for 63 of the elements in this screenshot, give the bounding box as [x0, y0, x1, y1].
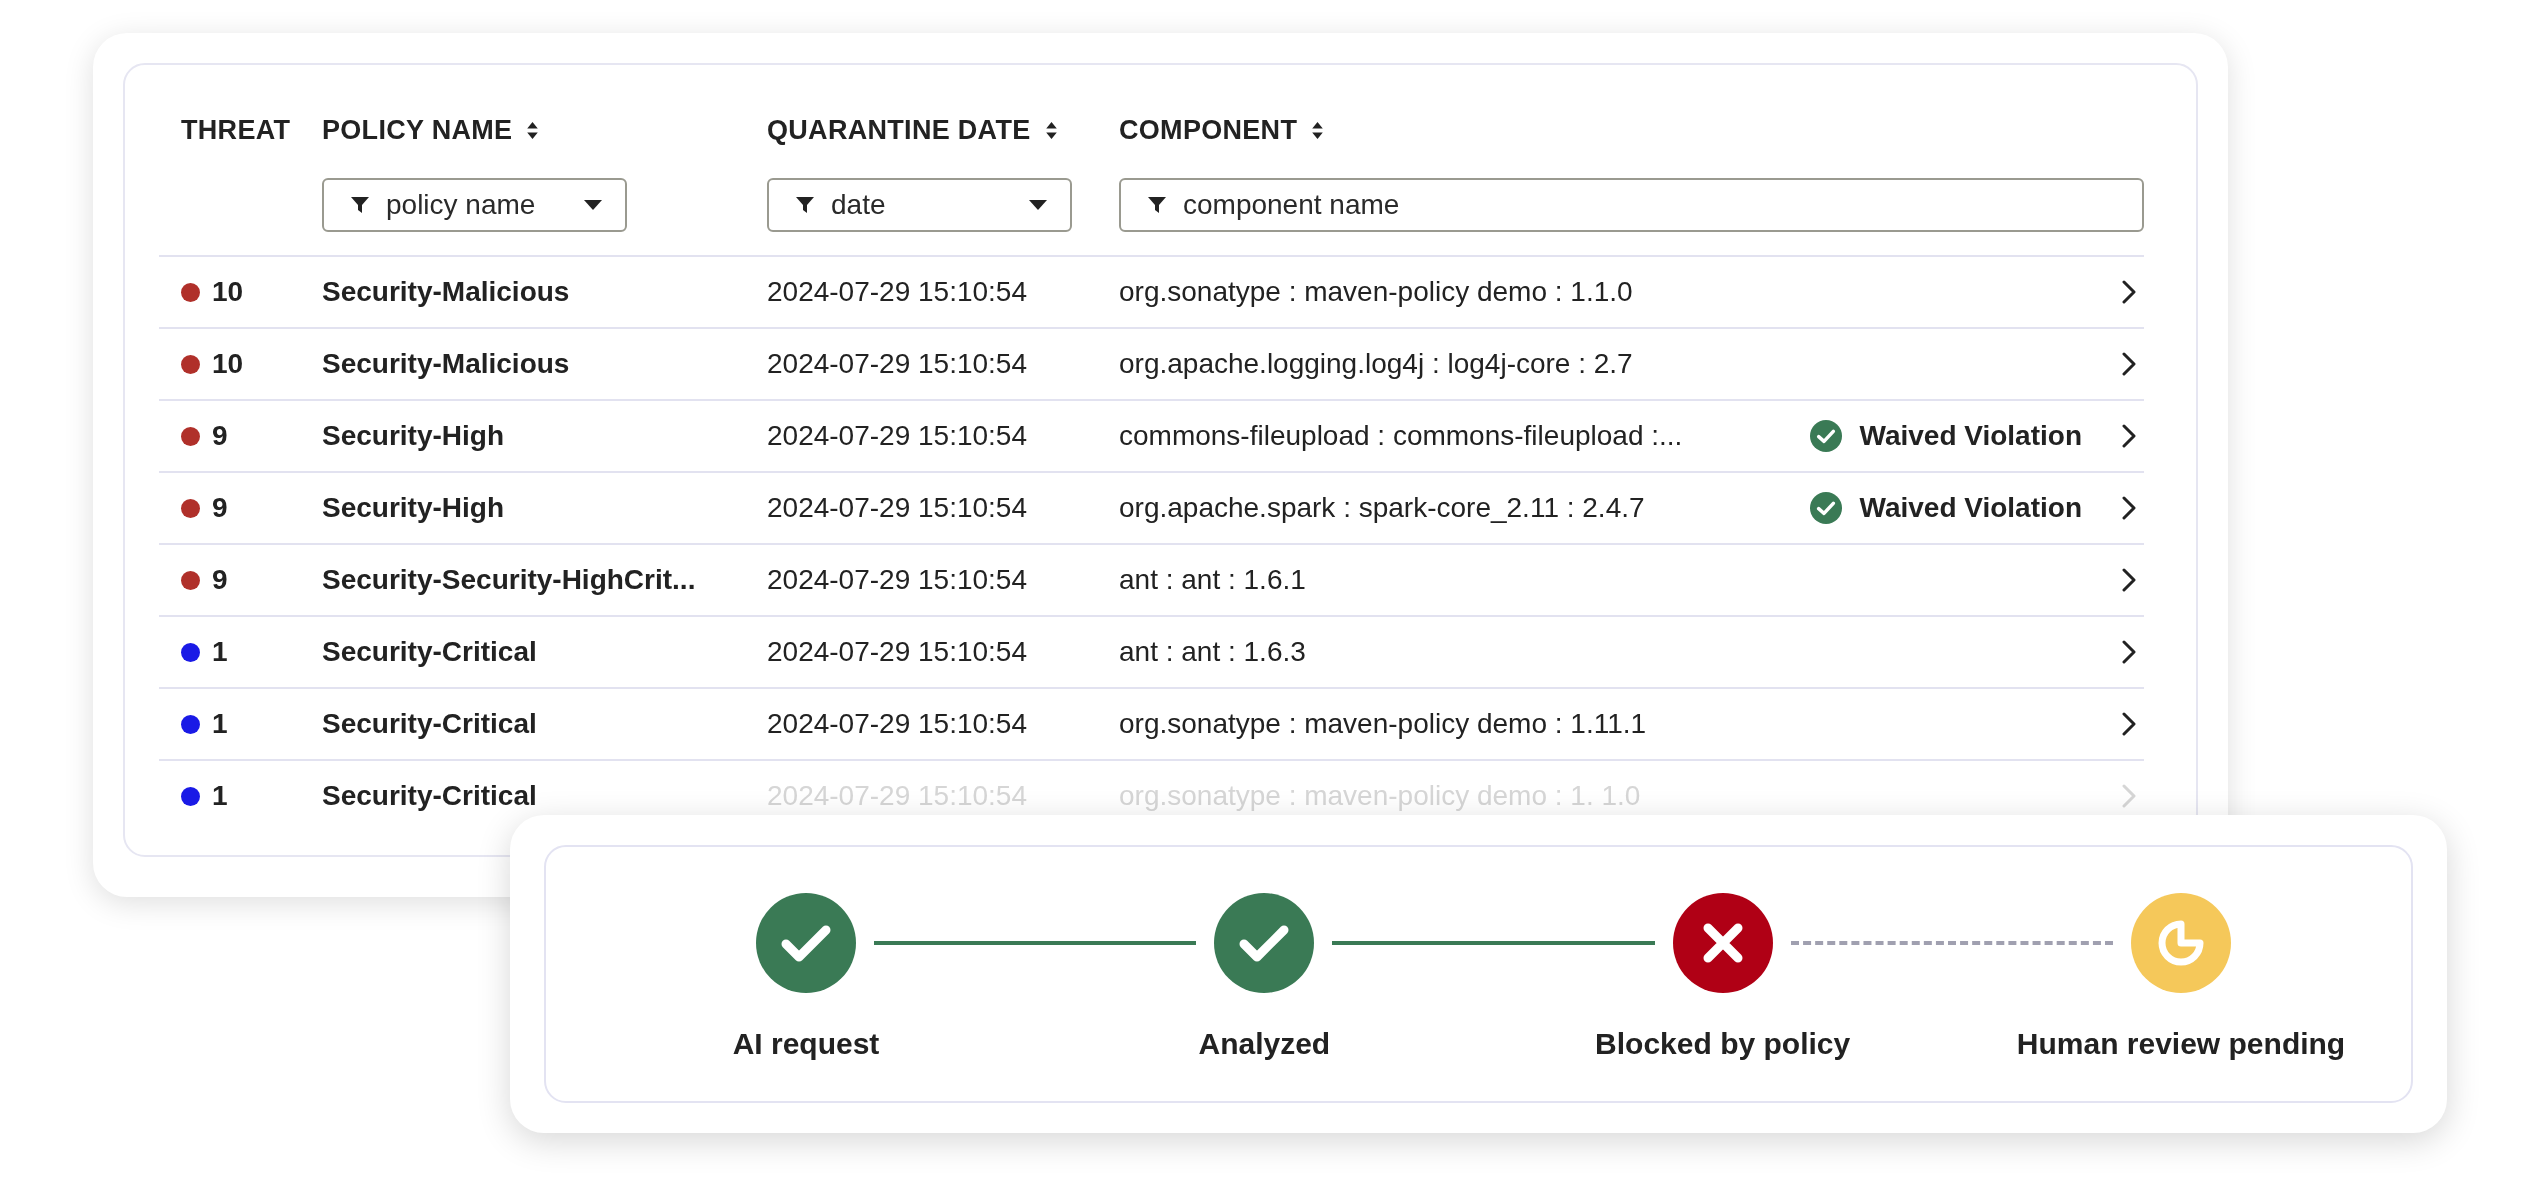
component-name: commons-fileupload : commons-fileupload :... — [1119, 420, 1683, 452]
threat-score: 9 — [212, 420, 228, 452]
sort-icon[interactable] — [526, 120, 540, 140]
waived-status: Waived Violation — [1859, 420, 2082, 452]
component-name: org.sonatype : maven-policy demo : 1.11.1 — [1119, 708, 1647, 740]
chevron-right-icon[interactable] — [2122, 568, 2136, 592]
component-name: org.sonatype : maven-policy demo : 1.1.0 — [1119, 276, 1633, 308]
step-label: AI request — [732, 1027, 880, 1061]
threat-score: 10 — [212, 276, 244, 308]
quarantine-date: 2024-07-29 15:10:54 — [767, 276, 1027, 307]
threat-score: 1 — [212, 708, 228, 740]
filter-input[interactable]: component name — [1183, 189, 2120, 221]
step-label: Human review pending — [2016, 1027, 2346, 1061]
chevron-right-icon[interactable] — [2122, 712, 2136, 736]
filter-input[interactable]: date — [831, 189, 1012, 221]
policy-name: Security-Critical — [322, 780, 537, 811]
quarantine-date: 2024-07-29 15:10:54 — [767, 708, 1027, 739]
step-label: Analyzed — [1198, 1027, 1331, 1061]
filter-box[interactable]: date — [767, 178, 1072, 232]
threat-score: 9 — [212, 564, 228, 596]
column-header: THREAT — [181, 114, 291, 146]
caret-icon — [583, 199, 603, 211]
quarantine-date: 2024-07-29 15:10:54 — [767, 348, 1027, 379]
policy-name: Security-High — [322, 420, 505, 451]
threat-score: 9 — [212, 492, 228, 524]
sort-icon[interactable] — [1044, 120, 1058, 140]
chevron-right-icon[interactable] — [2122, 280, 2136, 304]
quarantine-date: 2024-07-29 15:10:54 — [767, 492, 1027, 523]
filter-input[interactable]: policy name — [386, 189, 567, 221]
filter-icon — [350, 195, 370, 215]
policy-name: Security-High — [322, 492, 505, 523]
component-name: org.apache.logging.log4j : log4j-core : 2.7 — [1119, 348, 1633, 380]
component-name: org.apache.spark : spark-core_2.11 : 2.4.7 — [1119, 492, 1645, 524]
policy-name: Security-Critical — [322, 636, 537, 667]
quarantine-date: 2024-07-29 15:10:54 — [767, 636, 1027, 667]
component-name: ant : ant : 1.6.1 — [1119, 564, 1306, 596]
threat-score: 1 — [212, 636, 228, 668]
filter-icon — [1147, 195, 1167, 215]
filter-box[interactable]: policy name — [322, 178, 627, 232]
column-header: QUARANTINE DATE — [767, 114, 1031, 146]
policy-name: Security-Malicious — [322, 348, 570, 379]
chevron-right-icon[interactable] — [2122, 640, 2136, 664]
threat-score: 1 — [212, 780, 228, 812]
threat-score: 10 — [212, 348, 244, 380]
quarantine-date: 2024-07-29 15:10:54 — [767, 420, 1027, 451]
chevron-right-icon[interactable] — [2122, 424, 2136, 448]
column-header: COMPONENT — [1119, 114, 1298, 146]
chevron-right-icon[interactable] — [2122, 496, 2136, 520]
waived-status: Waived Violation — [1859, 492, 2082, 524]
caret-icon — [1028, 199, 1048, 211]
component-name: ant : ant : 1.6.3 — [1119, 636, 1306, 668]
column-header: POLICY NAME — [322, 114, 513, 146]
check-circle-icon — [1809, 492, 1842, 524]
policy-name: Security-Critical — [322, 708, 537, 739]
policy-name: Security-Security-HighCrit... — [322, 564, 696, 595]
filter-icon — [795, 195, 815, 215]
quarantine-date: 2024-07-29 15:10:54 — [767, 564, 1027, 595]
check-circle-icon — [1809, 420, 1842, 452]
filter-box[interactable]: component name — [1119, 178, 2144, 232]
sort-icon[interactable] — [1311, 120, 1325, 140]
chevron-right-icon[interactable] — [2122, 352, 2136, 376]
policy-name: Security-Malicious — [322, 276, 570, 307]
step-label: Blocked by policy — [1595, 1027, 1851, 1061]
